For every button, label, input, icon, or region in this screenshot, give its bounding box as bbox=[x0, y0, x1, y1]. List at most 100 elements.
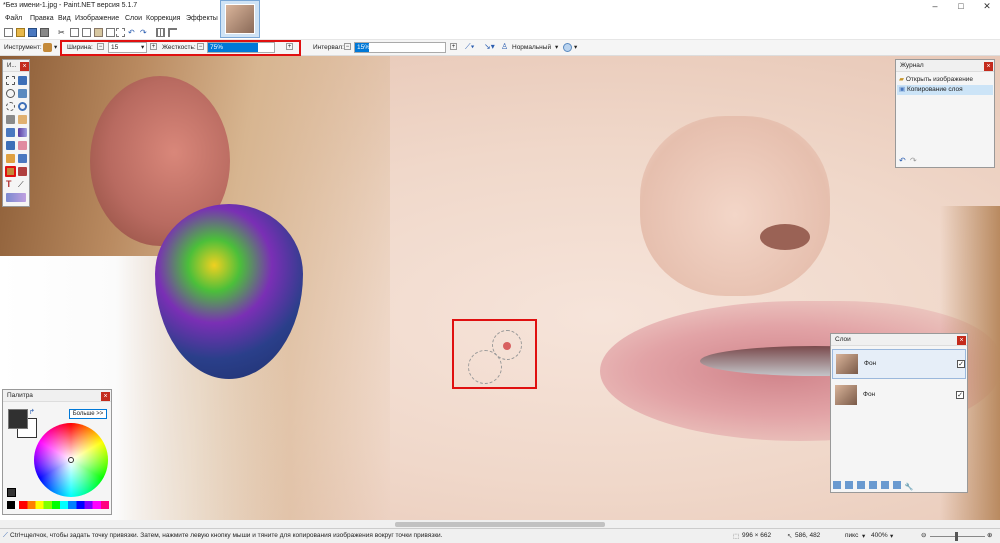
hardness-increase-icon[interactable]: + bbox=[286, 43, 293, 50]
more-colors-button[interactable]: Больше >> bbox=[69, 409, 107, 419]
sampling-icon[interactable]: ↘▾ bbox=[484, 42, 495, 51]
save-icon[interactable] bbox=[28, 28, 37, 37]
zoom-slider-thumb[interactable] bbox=[955, 532, 958, 541]
pan-tool-icon[interactable] bbox=[18, 115, 27, 124]
rectangle-select-tool-icon[interactable] bbox=[6, 76, 15, 85]
blend-mode-select[interactable]: Нормальный bbox=[512, 44, 551, 51]
palette-close-button[interactable]: × bbox=[101, 392, 110, 401]
ruler-icon[interactable] bbox=[168, 28, 177, 37]
menu-layers[interactable]: Слои bbox=[125, 15, 142, 22]
width-decrease-icon[interactable]: − bbox=[97, 43, 104, 50]
eraser-tool-icon[interactable] bbox=[18, 141, 27, 150]
copy-icon[interactable] bbox=[70, 28, 79, 37]
history-redo-icon[interactable]: ↷ bbox=[910, 156, 917, 165]
tools-panel: И... × T ⟋ bbox=[2, 59, 30, 207]
layer-visibility-checkbox[interactable]: ✓ bbox=[957, 360, 965, 368]
clone-stamp-tool-icon[interactable] bbox=[5, 166, 16, 177]
image-tab-thumbnail[interactable] bbox=[220, 0, 260, 38]
history-item-copy-layer[interactable]: ▣ Копирование слоя bbox=[897, 85, 993, 95]
units-dropdown-icon[interactable]: ▾ bbox=[862, 532, 865, 540]
history-undo-icon[interactable]: ↶ bbox=[899, 156, 906, 165]
new-icon[interactable] bbox=[4, 28, 13, 37]
menu-file[interactable]: Файл bbox=[5, 15, 22, 22]
zoom-out-icon[interactable]: ⊖ bbox=[921, 531, 926, 539]
duplicate-layer-icon[interactable] bbox=[856, 481, 865, 489]
shapes-tool-icon[interactable] bbox=[6, 193, 26, 202]
interval-decrease-icon[interactable]: − bbox=[344, 43, 351, 50]
paint-bucket-tool-icon[interactable] bbox=[6, 128, 15, 137]
layer-item-top[interactable]: Фон ✓ bbox=[832, 349, 966, 379]
history-close-button[interactable]: × bbox=[984, 62, 993, 71]
open-icon[interactable] bbox=[16, 28, 25, 37]
scrollbar-thumb[interactable] bbox=[395, 522, 605, 527]
units-select[interactable]: пикс bbox=[845, 532, 858, 539]
hardness-decrease-icon[interactable]: − bbox=[197, 43, 204, 50]
crop-icon[interactable] bbox=[106, 28, 115, 37]
move-selection-tool-icon[interactable] bbox=[18, 89, 27, 98]
alpha-dropdown-icon[interactable]: ▾ bbox=[574, 43, 577, 51]
paste-icon[interactable] bbox=[94, 28, 103, 37]
history-item-open[interactable]: ▰ Открыть изображение bbox=[897, 75, 993, 85]
close-button[interactable]: ✕ bbox=[974, 0, 1000, 13]
layer-item-bottom[interactable]: Фон ✓ bbox=[832, 381, 966, 411]
menu-effects[interactable]: Эффекты bbox=[186, 15, 218, 22]
interval-slider[interactable]: 15% bbox=[354, 42, 446, 53]
zoom-value[interactable]: 400% bbox=[871, 532, 888, 539]
grid-icon[interactable] bbox=[156, 28, 165, 37]
line-tool-icon[interactable]: ⟋ bbox=[18, 180, 27, 189]
layer-visibility-checkbox[interactable]: ✓ bbox=[956, 391, 964, 399]
zoom-dropdown-icon[interactable]: ▾ bbox=[890, 532, 893, 540]
menu-adjustments[interactable]: Коррекция bbox=[146, 15, 180, 22]
cut-icon[interactable]: ✂ bbox=[58, 28, 68, 37]
zoom-in-icon[interactable]: ⊕ bbox=[987, 531, 992, 539]
swap-colors-icon[interactable]: ↱ bbox=[29, 408, 35, 416]
lasso-tool-icon[interactable] bbox=[6, 89, 15, 98]
width-increase-icon[interactable]: + bbox=[150, 43, 157, 50]
clone-stamp-tool-icon[interactable] bbox=[43, 43, 52, 52]
recolor-tool-icon[interactable] bbox=[18, 167, 27, 176]
primary-color-swatch[interactable] bbox=[8, 409, 28, 429]
gradient-tool-icon[interactable] bbox=[18, 128, 27, 137]
interval-increase-icon[interactable]: + bbox=[450, 43, 457, 50]
add-layer-icon[interactable] bbox=[833, 481, 841, 489]
zoom-slider[interactable] bbox=[930, 532, 985, 541]
palette-swatches[interactable] bbox=[7, 501, 109, 509]
delete-layer-icon[interactable] bbox=[844, 481, 853, 489]
zoom-tool-icon[interactable] bbox=[18, 102, 27, 111]
redo-icon[interactable]: ↷ bbox=[140, 28, 149, 37]
color-wheel[interactable] bbox=[34, 423, 108, 497]
ellipse-select-tool-icon[interactable] bbox=[6, 102, 15, 111]
antialiasing-icon[interactable]: ⟋▾ bbox=[465, 42, 475, 52]
tools-panel-close-button[interactable]: × bbox=[20, 62, 29, 71]
horizontal-scrollbar[interactable] bbox=[0, 520, 1000, 528]
text-tool-icon[interactable]: T bbox=[6, 180, 15, 189]
tool-dropdown-icon[interactable]: ▾ bbox=[54, 43, 57, 51]
alpha-mode-icon[interactable] bbox=[563, 43, 572, 52]
merge-layer-icon[interactable] bbox=[868, 481, 877, 489]
palette-menu-icon[interactable] bbox=[7, 488, 16, 497]
pencil-tool-icon[interactable] bbox=[6, 154, 15, 163]
menu-view[interactable]: Вид bbox=[58, 15, 71, 22]
maximize-button[interactable]: □ bbox=[948, 0, 974, 13]
layers-buttons-bar: 🔧 bbox=[833, 481, 967, 491]
minimize-button[interactable]: – bbox=[922, 0, 948, 13]
deselect-icon[interactable] bbox=[116, 28, 125, 37]
magic-wand-tool-icon[interactable] bbox=[6, 115, 15, 124]
nostril bbox=[760, 224, 810, 250]
hardness-slider[interactable]: 75% bbox=[207, 42, 275, 53]
layers-panel: Слои × Фон ✓ Фон ✓ 🔧 bbox=[830, 333, 968, 493]
copy-merged-icon[interactable] bbox=[82, 28, 91, 37]
move-tool-icon[interactable] bbox=[18, 76, 27, 85]
color-picker-tool-icon[interactable] bbox=[18, 154, 27, 163]
print-icon[interactable] bbox=[40, 28, 49, 37]
undo-icon[interactable]: ↶ bbox=[128, 28, 137, 37]
blend-mode-dropdown-icon[interactable]: ▾ bbox=[555, 43, 558, 51]
layers-close-button[interactable]: × bbox=[957, 336, 966, 345]
layer-properties-icon[interactable]: 🔧 bbox=[905, 484, 914, 492]
menu-image[interactable]: Изображение bbox=[75, 15, 119, 22]
paintbrush-tool-icon[interactable] bbox=[6, 141, 15, 150]
move-layer-up-icon[interactable] bbox=[880, 481, 889, 489]
menu-edit[interactable]: Правка bbox=[30, 15, 54, 22]
move-layer-down-icon[interactable] bbox=[892, 481, 901, 489]
width-dropdown-icon[interactable]: ▾ bbox=[141, 43, 144, 51]
